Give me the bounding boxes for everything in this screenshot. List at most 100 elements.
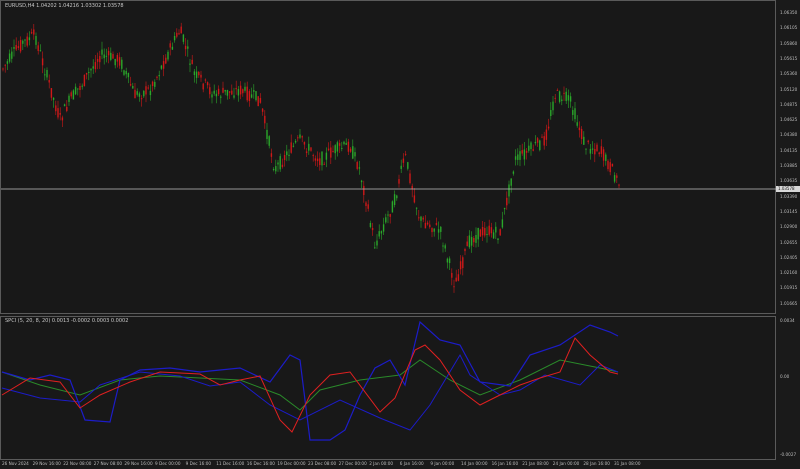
candle-body <box>103 54 105 59</box>
candle-body <box>321 151 323 166</box>
candle-body <box>26 36 28 46</box>
candle-body <box>363 185 365 196</box>
indicator-blue-line <box>1 320 619 441</box>
price-axis-label: 1.02405 <box>780 254 798 260</box>
candle-body <box>94 62 97 70</box>
price-axis-label: 1.02900 <box>780 224 798 230</box>
price-axis-label: 1.06105 <box>780 25 798 31</box>
candle-body <box>343 141 345 145</box>
time-axis-label: 16 Jan 16:00 <box>491 461 519 466</box>
candle-body <box>6 61 9 64</box>
candle-body <box>237 89 240 96</box>
candle-body <box>125 70 127 75</box>
candle-body <box>508 184 510 197</box>
candle-body <box>173 35 176 41</box>
candle-body <box>426 222 429 225</box>
time-axis-label: 16 Dec 16:00 <box>246 461 275 466</box>
candle-body <box>33 29 35 35</box>
candle-body <box>255 91 257 101</box>
candle-body <box>112 54 114 59</box>
time-axis-label: 19 Dec 00:00 <box>277 461 306 466</box>
candle-body <box>17 46 20 48</box>
indicator-axis-label: 0.00 <box>780 374 790 379</box>
candle-body <box>514 156 517 160</box>
candle-body <box>609 162 611 173</box>
candle-body <box>327 148 330 151</box>
indicator-blue-line-2 <box>1 353 619 431</box>
candle-body <box>391 201 394 213</box>
candle-body <box>554 97 556 99</box>
candle-body <box>574 108 576 120</box>
candle-body <box>594 149 596 155</box>
candle-body <box>618 184 620 186</box>
candle-body <box>292 145 295 147</box>
candle-body <box>277 162 279 165</box>
candle-body <box>50 88 53 98</box>
candle-body <box>486 234 488 236</box>
candle-body <box>376 240 378 246</box>
candle-body <box>492 232 495 239</box>
candle-body <box>220 96 222 98</box>
candle-body <box>44 74 46 76</box>
candle-body <box>66 106 68 112</box>
price-axis-label: 1.04625 <box>780 117 798 123</box>
candle-body <box>151 81 154 86</box>
candle-body <box>470 237 473 246</box>
candle-body <box>360 180 363 183</box>
candle-body <box>431 228 433 233</box>
candle-body <box>204 79 207 81</box>
candle-body <box>242 89 244 94</box>
candle-body <box>385 217 387 223</box>
price-axis-label: 1.05615 <box>780 55 798 61</box>
candle-body <box>182 34 185 42</box>
candle-body <box>402 158 405 163</box>
candle-body <box>88 71 90 73</box>
candle-body <box>257 96 259 107</box>
candle-body <box>415 207 418 209</box>
candle-body <box>521 150 523 154</box>
candle-body <box>279 156 281 170</box>
time-axis-label: 27 Nov 08:00 <box>93 461 123 466</box>
candle-body <box>250 94 253 98</box>
chart-window[interactable]: EURUSD,H4 1.04202 1.04216 1.03302 1.0357… <box>0 0 800 469</box>
candle-body <box>70 92 72 97</box>
candle-body <box>338 143 341 146</box>
time-axis-label: 29 Nov 16:00 <box>32 461 61 466</box>
candle-body <box>523 149 526 160</box>
candle-body <box>371 227 374 231</box>
candle-body <box>41 58 44 66</box>
candle-body <box>576 122 578 126</box>
candle-body <box>92 66 94 69</box>
time-axis-label: 31 Jan 08:00 <box>614 461 641 466</box>
candle-body <box>424 222 427 229</box>
candle-body <box>299 134 301 138</box>
time-axis-label: 11 Dec 16:00 <box>216 461 245 466</box>
candle-body <box>261 108 264 112</box>
time-axis-label: 29 Nov 16:00 <box>124 461 153 466</box>
candle-body <box>446 258 449 263</box>
candle-body <box>99 55 101 63</box>
candle-body <box>468 235 471 248</box>
candle-body <box>246 86 248 101</box>
candle-body <box>316 158 319 162</box>
candle-body <box>176 32 178 37</box>
candle-body <box>275 166 277 172</box>
candle-body <box>59 112 61 115</box>
chart-drawing <box>1 22 776 441</box>
candle-body <box>580 128 583 140</box>
candle-body <box>272 168 275 171</box>
candle-body <box>484 228 486 236</box>
candle-body <box>46 70 48 78</box>
candle-body <box>462 257 464 269</box>
time-axis-label: 23 Dec 08:00 <box>308 461 337 466</box>
candle-body <box>129 84 132 86</box>
candle-body <box>57 108 59 118</box>
candle-body <box>239 85 242 95</box>
candle-body <box>81 85 83 87</box>
candle-body <box>354 152 356 157</box>
candle-body <box>187 46 189 49</box>
candle-body <box>206 82 209 86</box>
candle-body <box>270 153 273 157</box>
candle-body <box>268 136 270 146</box>
candle-body <box>503 207 506 210</box>
